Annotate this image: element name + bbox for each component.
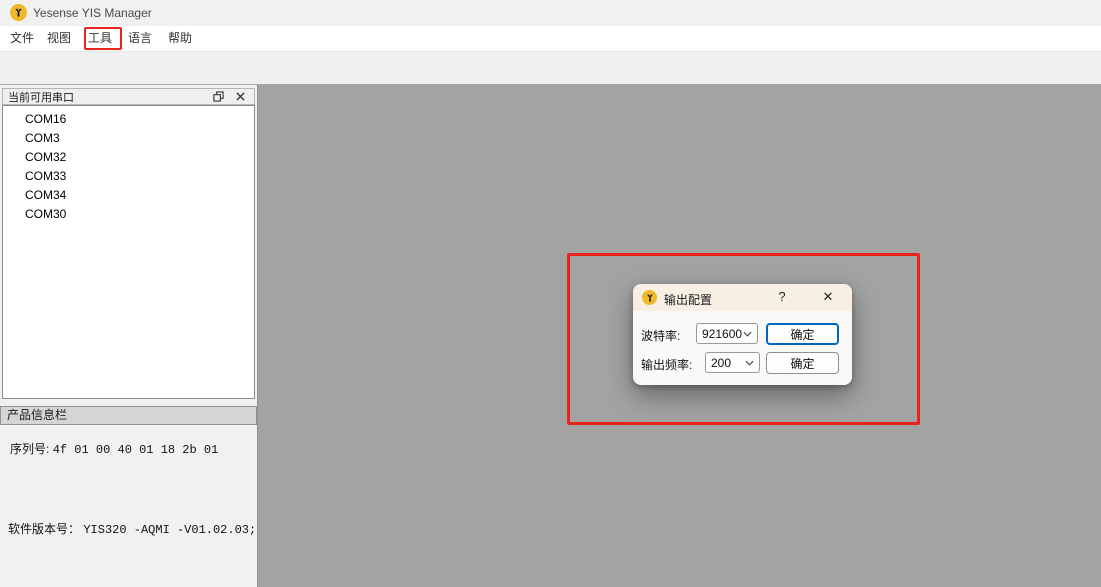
dialog-baud-value: 921600 <box>702 327 742 341</box>
dialog-help-button[interactable]: ? <box>774 289 790 304</box>
product-info-body: 序列号: 4f 01 00 40 01 18 2b 01 软件版本号： YIS3… <box>0 425 257 587</box>
output-config-dialog: 输出配置 ? ✕ 波特率: 921600 确定 输出频率: 200 确定 <box>633 284 852 385</box>
serial-ports-panel: 当前可用串口 COM16 COM3 COM32 COM33 COM34 COM3… <box>0 85 258 587</box>
port-list-item[interactable]: COM32 <box>3 148 254 167</box>
serial-number-label: 序列号: <box>10 442 49 456</box>
menu-tools[interactable]: 工具 <box>85 26 115 51</box>
close-panel-button[interactable] <box>232 90 248 103</box>
app-logo-icon <box>10 4 27 21</box>
menu-help[interactable]: 帮助 <box>165 26 195 51</box>
ports-panel-header: 当前可用串口 <box>2 88 255 105</box>
window-title: Yesense YIS Manager <box>33 6 152 20</box>
serial-number-row: 序列号: 4f 01 00 40 01 18 2b 01 <box>10 440 218 457</box>
port-list-item[interactable]: COM30 <box>3 205 254 224</box>
product-info-header: 产品信息栏 <box>0 406 257 425</box>
dialog-title-bar[interactable]: 输出配置 ? ✕ <box>633 284 852 311</box>
menu-language[interactable]: 语言 <box>125 26 155 51</box>
dialog-freq-select[interactable]: 200 <box>705 352 760 373</box>
port-list-item[interactable]: COM34 <box>3 186 254 205</box>
menu-file[interactable]: 文件 <box>7 26 37 51</box>
title-bar: Yesense YIS Manager <box>0 0 1101 26</box>
dialog-baud-ok-button[interactable]: 确定 <box>766 323 839 345</box>
toolbar: UTC COM16 <box>0 51 1101 85</box>
menu-bar: 文件 视图 工具 语言 帮助 <box>0 26 1101 51</box>
firmware-version-label: 软件版本号： <box>8 522 80 536</box>
float-panel-button[interactable] <box>210 90 226 103</box>
dialog-logo-icon <box>642 290 657 305</box>
port-list-item[interactable]: COM3 <box>3 129 254 148</box>
port-list-item[interactable]: COM16 <box>3 110 254 129</box>
dialog-baud-select[interactable]: 921600 <box>696 323 758 344</box>
dialog-freq-value: 200 <box>711 356 731 370</box>
dialog-title: 输出配置 <box>664 291 712 308</box>
chevron-down-icon <box>743 331 752 337</box>
firmware-version-row: 软件版本号： YIS320 -AQMI -V01.02.03; <box>8 520 256 537</box>
firmware-version-value: YIS320 -AQMI -V01.02.03; <box>83 523 256 537</box>
dialog-close-button[interactable]: ✕ <box>819 289 837 305</box>
dialog-baud-label: 波特率: <box>641 327 680 344</box>
serial-number-value: 4f 01 00 40 01 18 2b 01 <box>53 443 219 457</box>
dialog-freq-ok-button[interactable]: 确定 <box>766 352 839 374</box>
port-list-item[interactable]: COM33 <box>3 167 254 186</box>
ports-panel-title: 当前可用串口 <box>8 89 74 105</box>
dialog-freq-label: 输出频率: <box>641 356 692 373</box>
menu-view[interactable]: 视图 <box>44 26 74 51</box>
port-list: COM16 COM3 COM32 COM33 COM34 COM30 <box>2 105 255 399</box>
chevron-down-icon <box>745 360 754 366</box>
